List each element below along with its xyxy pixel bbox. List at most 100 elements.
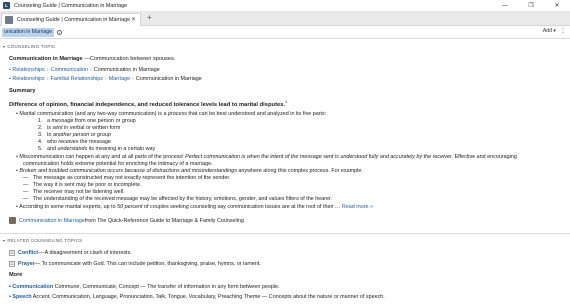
breadcrumb-current: Communication in Marriage xyxy=(135,76,202,82)
bullet-text: Miscommunication can happen at any and a… xyxy=(19,154,186,160)
minimize-icon[interactable]: — xyxy=(492,0,518,11)
step-text: receives xyxy=(58,139,79,145)
topic-definition: —Communication between spouses. xyxy=(82,56,176,62)
search-value[interactable]: unication in Marriage xyxy=(2,28,55,37)
topic-icon xyxy=(9,261,15,267)
list-item: • Speech Accent, Communication, Language… xyxy=(9,294,385,300)
breadcrumb-current: Communication in Marriage xyxy=(93,67,160,73)
bullet-text: Perfect communication is when the intent… xyxy=(185,154,454,160)
more-topic-link[interactable]: Speech xyxy=(12,294,31,300)
step-text: in verbal or written form xyxy=(62,125,121,131)
tab-counseling-guide[interactable]: Counseling Guide | Communication in Marr… xyxy=(1,13,141,26)
dash-item: — The message as constructed may not exa… xyxy=(23,175,231,181)
step-item: 2. is sent in verbal or written form xyxy=(38,125,120,131)
book-icon xyxy=(9,217,16,224)
more-topic-desc: Accent, Communication, Language, Pronunc… xyxy=(31,294,385,300)
list-item: Conflict — A disagreement or clash of in… xyxy=(9,250,132,256)
step-text: who xyxy=(47,139,59,145)
dash-text: The way it is sent may be poor or incomp… xyxy=(32,182,142,188)
tab-icon xyxy=(5,16,13,24)
search-row: unication in Marriage i Add ▾ ⋮ xyxy=(0,26,570,39)
dash-item: — The receiver may not be listening well… xyxy=(23,189,125,195)
related-topic-desc: — A disagreement or clash of interests. xyxy=(38,250,132,256)
step-text: the message xyxy=(78,139,111,145)
chevron-down-icon: ▾ xyxy=(3,44,6,49)
step-text: sent xyxy=(52,125,63,131)
bullet-text: Effective and encouraging xyxy=(453,154,517,160)
counseling-topic-header[interactable]: ▾ COUNSELING TOPIC xyxy=(3,44,56,49)
breadcrumb: • Relationships › Familial Relationships › M… xyxy=(9,76,202,82)
app-icon: L xyxy=(3,2,10,9)
step-item: 1. a message from one person or group xyxy=(38,118,136,124)
info-icon[interactable]: i xyxy=(57,30,63,35)
step-number: 4. xyxy=(38,139,43,145)
add-tab-icon[interactable]: + xyxy=(147,13,152,22)
dash-text: The receiver may not be listening well. xyxy=(32,189,125,195)
tab-bar: Counseling Guide | Communication in Marr… xyxy=(0,11,570,26)
topic-title: Communication in Marriage xyxy=(9,56,83,62)
section-label: COUNSELING TOPIC xyxy=(7,44,56,49)
step-text: another person or group xyxy=(53,132,111,138)
source-citation: Communication in Marriage from The Quick… xyxy=(9,217,244,224)
step-item: 3. to another person or group xyxy=(38,132,111,138)
maximize-icon[interactable]: ❐ xyxy=(518,0,544,11)
bullet-text: 50 percent xyxy=(117,204,143,210)
breadcrumb-link[interactable]: Communication xyxy=(51,67,88,73)
summary-title: Summary xyxy=(9,88,36,94)
more-icon[interactable]: ⋮ xyxy=(560,27,566,34)
list-item: • Marital communication (and any two-way… xyxy=(16,111,327,117)
summary-text: Difference of opinion, financial indepen… xyxy=(9,101,286,108)
section-label: RELATED COUNSELING TOPICS xyxy=(7,238,83,243)
source-link[interactable]: Communication in Marriage xyxy=(19,218,85,224)
related-topic-desc: — To communicate with God. This can incl… xyxy=(34,261,261,267)
related-topics-header[interactable]: ▾ RELATED COUNSELING TOPICS xyxy=(3,238,82,243)
breadcrumb-link[interactable]: Relationships xyxy=(12,76,44,82)
list-item: Prayer — To communicate with God. This c… xyxy=(9,261,261,267)
step-text: and xyxy=(47,146,58,152)
topic-heading: Communication in Marriage —Communication… xyxy=(9,56,175,62)
more-label: More xyxy=(9,272,23,278)
bullet-text: Marital communication (and any two-way c… xyxy=(19,111,168,117)
related-topic-link[interactable]: Prayer xyxy=(18,261,35,267)
more-topic-link[interactable]: Communication xyxy=(12,284,53,290)
step-item: 4. who receives the message xyxy=(38,139,111,145)
add-button[interactable]: Add ▾ xyxy=(543,28,556,34)
summary-sentence: Difference of opinion, financial indepen… xyxy=(9,100,287,108)
related-topic-link[interactable]: Conflict xyxy=(18,250,38,256)
step-text: understands xyxy=(57,146,88,152)
chevron-down-icon: ▾ xyxy=(3,238,6,243)
step-text: message xyxy=(51,118,74,124)
tab-label: Counseling Guide | Communication in Marr… xyxy=(17,17,131,23)
dash-text: The message as constructed may not exact… xyxy=(32,175,231,181)
list-item: • Miscommunication can happen at any and… xyxy=(16,154,517,160)
bullet-text: process xyxy=(168,111,187,117)
bullet-text: of couples seeking counseling say commun… xyxy=(142,204,341,210)
breadcrumb-link[interactable]: Familial Relationships xyxy=(51,76,103,82)
step-text: its meaning in a certain way xyxy=(87,146,156,152)
bullet-text: According to some marital experts, up to xyxy=(19,204,118,210)
more-topic-desc: Commune, Communicate, Concept — The tran… xyxy=(53,284,280,290)
dash-item: — The understanding of the received mess… xyxy=(23,196,333,202)
window-title: Counseling Guide | Communication in Marr… xyxy=(14,2,128,9)
step-number: 3. xyxy=(38,132,43,138)
bullet-text: anywhere along this complex process. For… xyxy=(236,168,363,174)
breadcrumb-link[interactable]: Relationships xyxy=(12,67,44,73)
search-input[interactable]: unication in Marriage i xyxy=(2,28,63,37)
close-icon[interactable]: ✕ xyxy=(131,16,136,23)
breadcrumb: • Relationships › Communication › Communicat… xyxy=(9,67,160,73)
source-text: from The Quick-Reference Guide to Marria… xyxy=(84,217,244,224)
step-number: 5. xyxy=(38,146,43,152)
breadcrumb-link[interactable]: Marriage xyxy=(109,76,130,82)
dash-text: The understanding of the received messag… xyxy=(32,196,333,202)
read-more-link[interactable]: Read more » xyxy=(342,204,373,210)
window-controls: — ❐ ✕ xyxy=(492,0,570,11)
close-window-icon[interactable]: ✕ xyxy=(544,0,570,11)
list-item: • Communication Commune, Communicate, Co… xyxy=(9,284,280,290)
window-titlebar: L Counseling Guide | Communication in Ma… xyxy=(0,0,570,11)
step-item: 5. and understands its meaning in a cert… xyxy=(38,146,155,152)
section-divider xyxy=(0,233,570,234)
bullet-text: Broken and troubled communication occurs… xyxy=(19,168,237,174)
step-text: from one person or group xyxy=(73,118,136,124)
footnote-marker[interactable]: 1 xyxy=(285,100,287,104)
list-item: • According to some marital experts, up … xyxy=(16,204,373,210)
